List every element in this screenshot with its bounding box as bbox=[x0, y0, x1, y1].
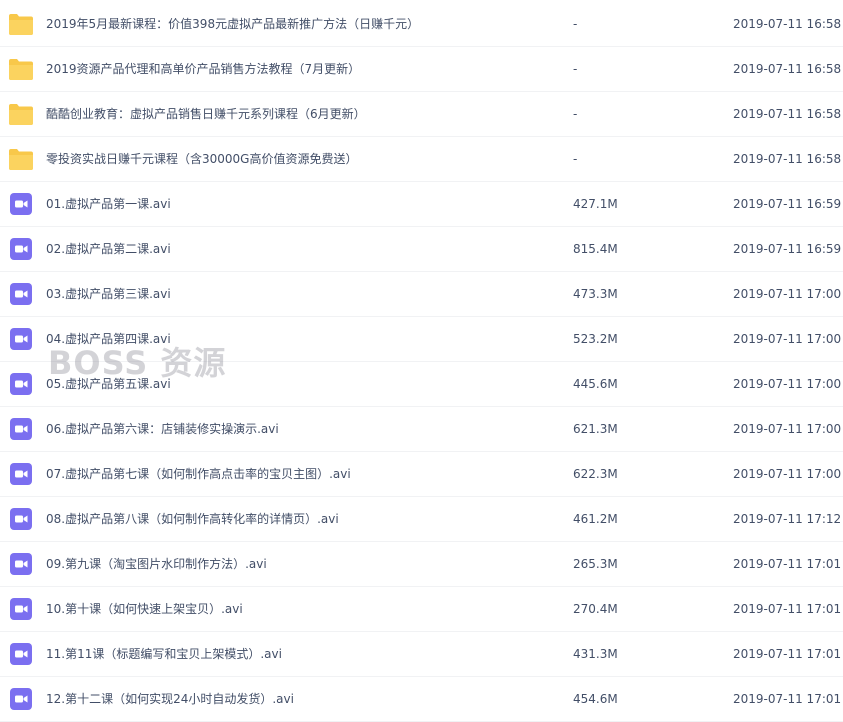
video-icon bbox=[8, 417, 34, 441]
file-name[interactable]: 03.虚拟产品第三课.avi bbox=[46, 272, 171, 316]
file-row[interactable]: 04.虚拟产品第四课.avi 523.2M 2019-07-11 17:00 bbox=[0, 317, 843, 362]
video-icon bbox=[8, 552, 34, 576]
file-date: 2019-07-11 16:58 bbox=[733, 17, 842, 31]
file-row[interactable]: 2019年5月最新课程：价值398元虚拟产品最新推广方法（日赚千元） - 201… bbox=[0, 2, 843, 47]
file-size: 523.2M bbox=[573, 332, 618, 346]
folder-icon bbox=[8, 147, 34, 171]
file-name[interactable]: 04.虚拟产品第四课.avi bbox=[46, 317, 171, 361]
file-date: 2019-07-11 17:01 bbox=[733, 557, 842, 571]
file-name[interactable]: 零投资实战日赚千元课程（含30000G高价值资源免费送） bbox=[46, 137, 357, 181]
file-date: 2019-07-11 17:00 bbox=[733, 467, 842, 481]
file-date: 2019-07-11 17:00 bbox=[733, 332, 842, 346]
file-size: - bbox=[573, 152, 578, 166]
file-size: 270.4M bbox=[573, 602, 618, 616]
file-size: 461.2M bbox=[573, 512, 618, 526]
file-size: 265.3M bbox=[573, 557, 618, 571]
file-row[interactable]: 酷酷创业教育：虚拟产品销售日赚千元系列课程（6月更新） - 2019-07-11… bbox=[0, 92, 843, 137]
file-size: - bbox=[573, 17, 578, 31]
file-name[interactable]: 2019年5月最新课程：价值398元虚拟产品最新推广方法（日赚千元） bbox=[46, 2, 419, 46]
video-icon bbox=[8, 642, 34, 666]
file-date: 2019-07-11 16:59 bbox=[733, 197, 842, 211]
file-name[interactable]: 01.虚拟产品第一课.avi bbox=[46, 182, 171, 226]
file-date: 2019-07-11 16:58 bbox=[733, 107, 842, 121]
file-row[interactable]: 07.虚拟产品第七课（如何制作高点击率的宝贝主图）.avi 622.3M 201… bbox=[0, 452, 843, 497]
file-name[interactable]: 09.第九课（淘宝图片水印制作方法）.avi bbox=[46, 542, 267, 586]
file-row[interactable]: 03.虚拟产品第三课.avi 473.3M 2019-07-11 17:00 bbox=[0, 272, 843, 317]
file-date: 2019-07-11 17:00 bbox=[733, 422, 842, 436]
file-name[interactable]: 10.第十课（如何快速上架宝贝）.avi bbox=[46, 587, 243, 631]
folder-icon bbox=[8, 12, 34, 36]
file-date: 2019-07-11 17:01 bbox=[733, 692, 842, 706]
file-row[interactable]: 06.虚拟产品第六课：店铺装修实操演示.avi 621.3M 2019-07-1… bbox=[0, 407, 843, 452]
file-size: 427.1M bbox=[573, 197, 618, 211]
file-date: 2019-07-11 17:12 bbox=[733, 512, 842, 526]
video-icon bbox=[8, 237, 34, 261]
file-size: - bbox=[573, 107, 578, 121]
file-name[interactable]: 02.虚拟产品第二课.avi bbox=[46, 227, 171, 271]
file-date: 2019-07-11 16:58 bbox=[733, 152, 842, 166]
file-row[interactable]: 01.虚拟产品第一课.avi 427.1M 2019-07-11 16:59 bbox=[0, 182, 843, 227]
video-icon bbox=[8, 597, 34, 621]
file-name[interactable]: 06.虚拟产品第六课：店铺装修实操演示.avi bbox=[46, 407, 279, 451]
file-name[interactable]: 07.虚拟产品第七课（如何制作高点击率的宝贝主图）.avi bbox=[46, 452, 351, 496]
file-size: 473.3M bbox=[573, 287, 618, 301]
file-size: 454.6M bbox=[573, 692, 618, 706]
file-name[interactable]: 05.虚拟产品第五课.avi bbox=[46, 362, 171, 406]
file-date: 2019-07-11 17:01 bbox=[733, 602, 842, 616]
file-row[interactable]: 08.虚拟产品第八课（如何制作高转化率的详情页）.avi 461.2M 2019… bbox=[0, 497, 843, 542]
file-list: 2019年5月最新课程：价值398元虚拟产品最新推广方法（日赚千元） - 201… bbox=[0, 2, 843, 722]
file-row[interactable]: 09.第九课（淘宝图片水印制作方法）.avi 265.3M 2019-07-11… bbox=[0, 542, 843, 587]
file-name[interactable]: 12.第十二课（如何实现24小时自动发货）.avi bbox=[46, 677, 294, 721]
video-icon bbox=[8, 372, 34, 396]
file-row[interactable]: 05.虚拟产品第五课.avi 445.6M 2019-07-11 17:00 bbox=[0, 362, 843, 407]
file-row[interactable]: 11.第11课（标题编写和宝贝上架模式）.avi 431.3M 2019-07-… bbox=[0, 632, 843, 677]
file-row[interactable]: 2019资源产品代理和高单价产品销售方法教程（7月更新） - 2019-07-1… bbox=[0, 47, 843, 92]
video-icon bbox=[8, 462, 34, 486]
folder-icon bbox=[8, 57, 34, 81]
folder-icon bbox=[8, 102, 34, 126]
file-size: - bbox=[573, 62, 578, 76]
file-date: 2019-07-11 17:00 bbox=[733, 287, 842, 301]
file-row[interactable]: 零投资实战日赚千元课程（含30000G高价值资源免费送） - 2019-07-1… bbox=[0, 137, 843, 182]
file-date: 2019-07-11 16:58 bbox=[733, 62, 842, 76]
video-icon bbox=[8, 507, 34, 531]
file-size: 445.6M bbox=[573, 377, 618, 391]
file-size: 815.4M bbox=[573, 242, 618, 256]
video-icon bbox=[8, 687, 34, 711]
file-date: 2019-07-11 16:59 bbox=[733, 242, 842, 256]
video-icon bbox=[8, 192, 34, 216]
file-row[interactable]: 02.虚拟产品第二课.avi 815.4M 2019-07-11 16:59 bbox=[0, 227, 843, 272]
file-size: 431.3M bbox=[573, 647, 618, 661]
file-size: 622.3M bbox=[573, 467, 618, 481]
file-name[interactable]: 11.第11课（标题编写和宝贝上架模式）.avi bbox=[46, 632, 282, 676]
video-icon bbox=[8, 327, 34, 351]
file-size: 621.3M bbox=[573, 422, 618, 436]
file-row[interactable]: 12.第十二课（如何实现24小时自动发货）.avi 454.6M 2019-07… bbox=[0, 677, 843, 722]
file-name[interactable]: 酷酷创业教育：虚拟产品销售日赚千元系列课程（6月更新） bbox=[46, 92, 366, 136]
file-date: 2019-07-11 17:01 bbox=[733, 647, 842, 661]
video-icon bbox=[8, 282, 34, 306]
file-date: 2019-07-11 17:00 bbox=[733, 377, 842, 391]
file-row[interactable]: 10.第十课（如何快速上架宝贝）.avi 270.4M 2019-07-11 1… bbox=[0, 587, 843, 632]
file-name[interactable]: 08.虚拟产品第八课（如何制作高转化率的详情页）.avi bbox=[46, 497, 339, 541]
file-name[interactable]: 2019资源产品代理和高单价产品销售方法教程（7月更新） bbox=[46, 47, 360, 91]
